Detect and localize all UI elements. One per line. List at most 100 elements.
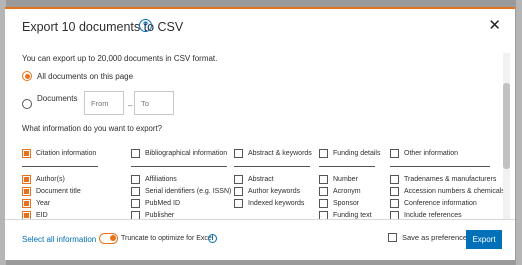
field-checkbox[interactable] (22, 187, 31, 196)
field-label: EID (36, 212, 48, 219)
field-checkbox[interactable] (22, 199, 31, 208)
close-icon[interactable]: ✕ (488, 18, 501, 33)
group-checkbox-option[interactable]: Other information (390, 149, 458, 158)
group-label: Funding details (333, 150, 381, 157)
toggle-knob (110, 235, 116, 241)
field-label: Publisher (145, 212, 175, 219)
field-checkbox[interactable] (390, 211, 399, 219)
field-label: Accession numbers & chemicals (404, 188, 503, 195)
scope-all-option[interactable]: All documents on this page (22, 71, 133, 81)
field-checkbox-option[interactable]: Conference information (390, 199, 477, 208)
field-label: Acronym (333, 188, 361, 195)
field-checkbox[interactable] (234, 175, 243, 184)
field-checkbox[interactable] (390, 175, 399, 184)
group-divider (319, 166, 375, 167)
field-checkbox[interactable] (319, 211, 328, 219)
field-checkbox[interactable] (22, 175, 31, 184)
scope-all-radio[interactable] (22, 71, 32, 81)
group-divider (131, 166, 227, 167)
field-checkbox-option[interactable]: PubMed ID (131, 199, 180, 208)
field-checkbox[interactable] (390, 199, 399, 208)
field-checkbox-option[interactable]: Affiliations (131, 175, 177, 184)
field-label: Indexed keywords (248, 200, 305, 207)
truncate-toggle[interactable] (99, 233, 118, 244)
field-checkbox[interactable] (22, 211, 31, 219)
field-checkbox-option[interactable]: Serial identifiers (e.g. ISSN) (131, 187, 231, 196)
group-checkbox[interactable] (234, 149, 243, 158)
group-checkbox-option[interactable]: Citation information (22, 149, 96, 158)
field-checkbox-option[interactable]: Acronym (319, 187, 361, 196)
scrollbar-thumb[interactable] (503, 83, 510, 169)
group-label: Bibliographical information (145, 150, 228, 157)
scope-range-label: Documents (37, 94, 78, 103)
group-divider (234, 166, 310, 167)
field-label: Author keywords (248, 188, 301, 195)
backdrop-shape (516, 0, 522, 265)
field-checkbox-option[interactable]: EID (22, 211, 48, 219)
scope-range-option[interactable]: Documents (22, 94, 77, 109)
dialog-body: You can export up to 20,000 documents in… (5, 47, 503, 219)
dialog-title: Export 10 documents to CSV (22, 20, 184, 34)
field-label: Funding text (333, 212, 372, 219)
field-checkbox-option[interactable]: Sponsor (319, 199, 359, 208)
field-checkbox-option[interactable]: Author keywords (234, 187, 300, 196)
field-checkbox-option[interactable]: Document title (22, 187, 81, 196)
field-checkbox-option[interactable]: Number (319, 175, 358, 184)
group-divider (390, 166, 490, 167)
field-checkbox-option[interactable]: Funding text (319, 211, 372, 219)
field-label: Serial identifiers (e.g. ISSN) (145, 188, 232, 195)
scrollbar[interactable] (503, 53, 510, 219)
field-checkbox[interactable] (234, 199, 243, 208)
group-checkbox[interactable] (319, 149, 328, 158)
field-label: PubMed ID (145, 200, 181, 207)
field-label: Include references (404, 212, 462, 219)
field-checkbox[interactable] (234, 187, 243, 196)
save-preference-label: Save as preference (402, 233, 468, 242)
field-checkbox[interactable] (390, 187, 399, 196)
field-label: Affiliations (145, 176, 177, 183)
select-all-link[interactable]: Select all information (22, 235, 96, 244)
field-label: Abstract (248, 176, 274, 183)
field-checkbox[interactable] (131, 175, 140, 184)
range-dash: – (128, 101, 133, 110)
field-checkbox-option[interactable]: Tradenames & manufacturers (390, 175, 496, 184)
group-label: Other information (404, 150, 459, 157)
scope-range-radio[interactable] (22, 99, 32, 109)
dialog-footer: Select all information Truncate to optim… (5, 219, 515, 260)
field-checkbox-option[interactable]: Abstract (234, 175, 274, 184)
info-icon[interactable]: i (208, 234, 217, 243)
field-checkbox-option[interactable]: Include references (390, 211, 462, 219)
field-checkbox[interactable] (131, 211, 140, 219)
export-csv-dialog: Export 10 documents to CSV ? ✕ You can e… (5, 7, 515, 260)
group-checkbox[interactable] (22, 149, 31, 158)
field-checkbox[interactable] (319, 187, 328, 196)
group-checkbox-option[interactable]: Abstract & keywords (234, 149, 312, 158)
field-checkbox-option[interactable]: Accession numbers & chemicals (390, 187, 503, 196)
export-limit-note: You can export up to 20,000 documents in… (22, 54, 218, 63)
help-icon[interactable]: ? (139, 19, 152, 32)
field-label: Year (36, 200, 51, 207)
save-preference-option[interactable]: Save as preference (388, 233, 467, 242)
range-to-input[interactable] (134, 91, 174, 115)
field-checkbox-option[interactable]: Publisher (131, 211, 174, 219)
export-button[interactable]: Export (466, 230, 502, 249)
field-label: Document title (36, 188, 81, 195)
group-checkbox-option[interactable]: Bibliographical information (131, 149, 227, 158)
field-label: Number (333, 176, 358, 183)
group-label: Abstract & keywords (248, 150, 312, 157)
field-checkbox[interactable] (131, 187, 140, 196)
range-from-input[interactable] (84, 91, 124, 115)
group-checkbox[interactable] (131, 149, 140, 158)
field-label: Tradenames & manufacturers (404, 176, 497, 183)
field-checkbox[interactable] (319, 199, 328, 208)
group-checkbox-option[interactable]: Funding details (319, 149, 380, 158)
field-checkbox-option[interactable]: Year (22, 199, 50, 208)
save-preference-checkbox[interactable] (388, 233, 397, 242)
field-checkbox[interactable] (131, 199, 140, 208)
field-checkbox[interactable] (319, 175, 328, 184)
group-label: Citation information (36, 150, 97, 157)
truncate-label: Truncate to optimize for Excel (121, 235, 214, 242)
field-checkbox-option[interactable]: Indexed keywords (234, 199, 304, 208)
group-checkbox[interactable] (390, 149, 399, 158)
field-checkbox-option[interactable]: Author(s) (22, 175, 65, 184)
